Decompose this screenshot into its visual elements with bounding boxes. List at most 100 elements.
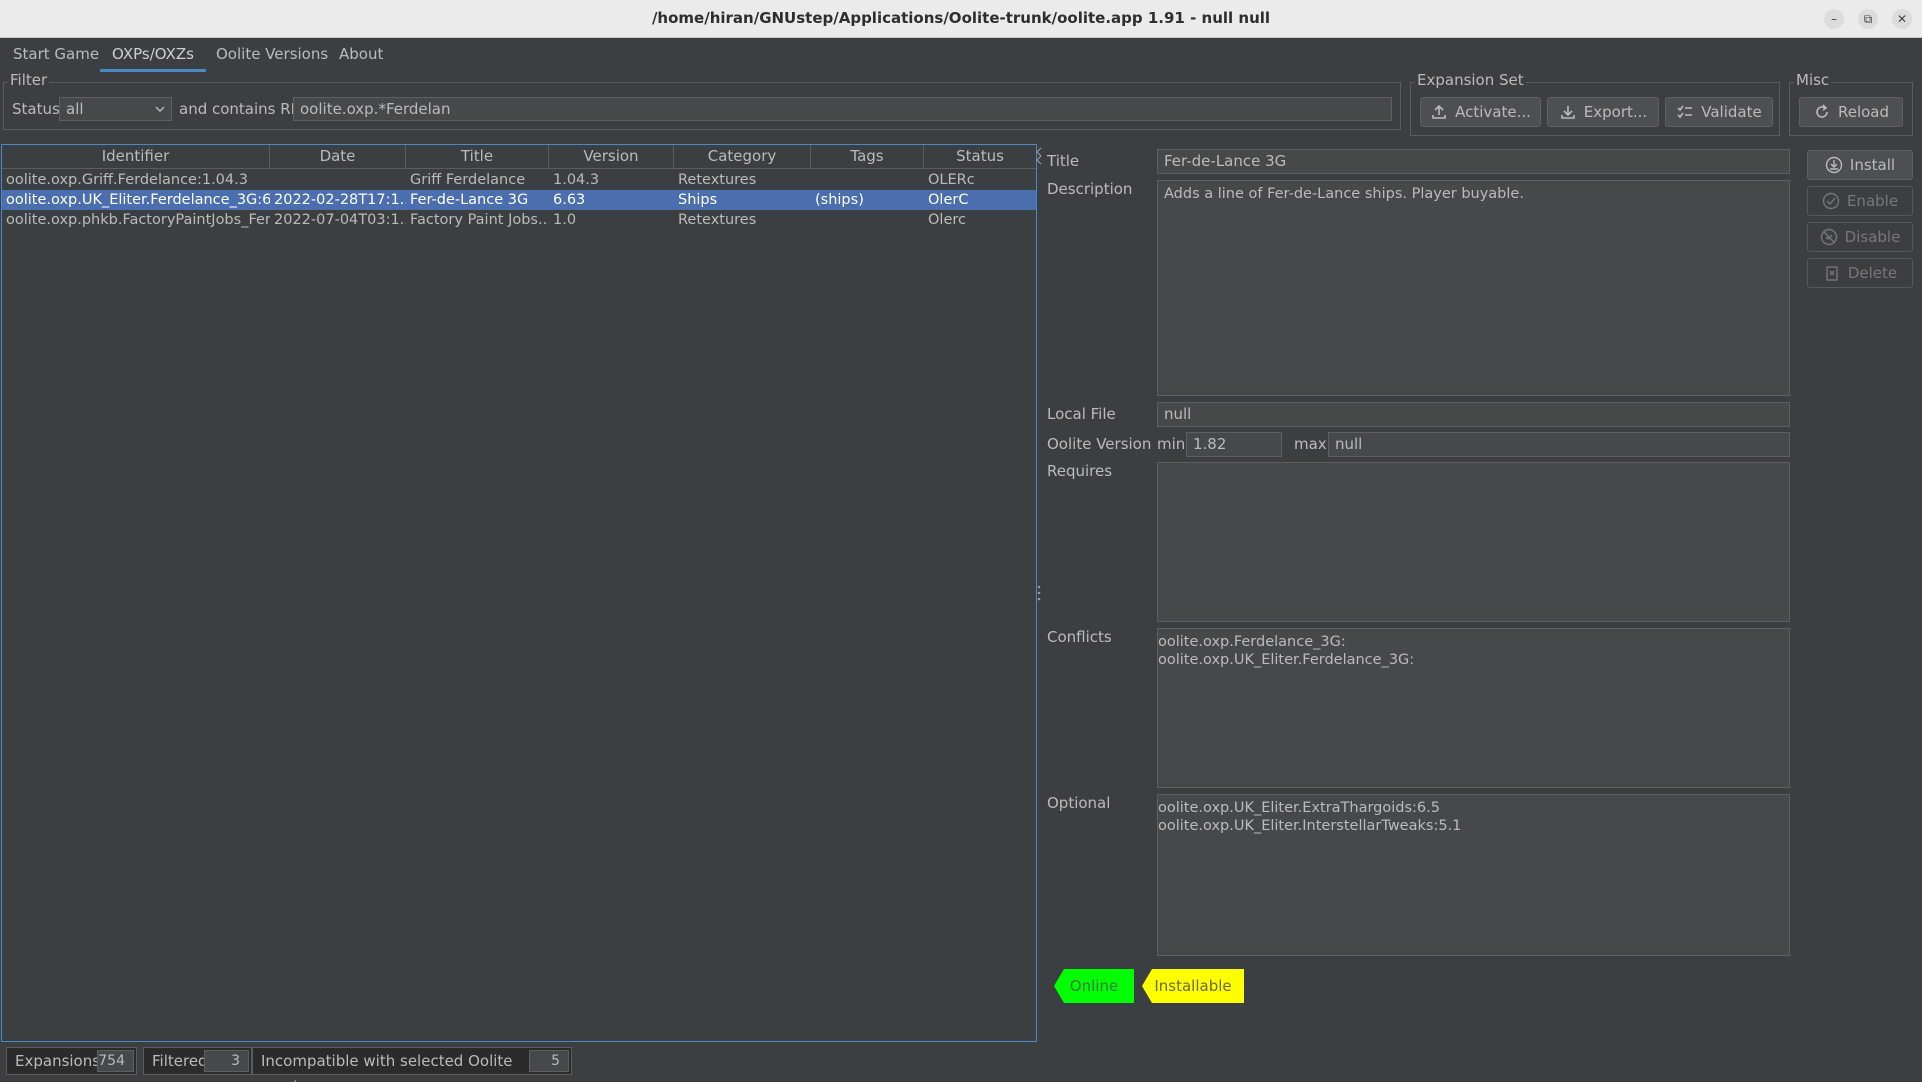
cell-title: Factory Paint Jobs... (410, 212, 549, 228)
collapse-arrows-icon[interactable] (1035, 146, 1043, 166)
requires-list[interactable] (1157, 462, 1790, 622)
cell-date: 2022-02-28T17:1... (274, 192, 406, 208)
col-header-status[interactable]: Status (924, 145, 1036, 169)
cell-category: Ships (678, 192, 718, 208)
cell-version: 1.04.3 (553, 172, 600, 188)
title-field[interactable]: Fer-de-Lance 3G (1157, 149, 1790, 174)
col-header-identifier[interactable]: Identifier (2, 145, 270, 169)
expansions-label: Expansions (15, 1052, 101, 1070)
optional-label: Optional (1047, 794, 1111, 812)
activate-button[interactable]: Activate... (1420, 97, 1541, 127)
col-header-date[interactable]: Date (270, 145, 406, 169)
optional-list[interactable]: oolite.oxp.UK_Eliter.ExtraThargoids:6.5 … (1157, 794, 1790, 956)
cell-status: OLERc (928, 172, 975, 188)
delete-button[interactable]: Delete (1807, 258, 1913, 288)
delete-label: Delete (1847, 264, 1898, 282)
cell-identifier: oolite.oxp.phkb.FactoryPaintJobs_Fer... (6, 212, 270, 228)
statusbar: Expansions 754 Filtered 3 Incompatible w… (6, 1047, 606, 1082)
cell-category: Retextures (678, 212, 757, 228)
installable-badge: Installable (1142, 969, 1244, 1003)
regex-input[interactable]: oolite.oxp.*Ferdelan (293, 97, 1392, 121)
tab-about[interactable]: About (327, 38, 395, 72)
col-header-tags[interactable]: Tags (811, 145, 924, 169)
title-label: Title (1047, 152, 1080, 170)
export-label: Export... (1583, 103, 1648, 121)
trash-icon (1826, 266, 1838, 281)
maximize-button[interactable]: ⧉ (1858, 9, 1878, 29)
col-header-version[interactable]: Version (549, 145, 674, 169)
validate-label: Validate (1701, 103, 1762, 121)
min-version-field[interactable]: 1.82 (1186, 432, 1282, 457)
cell-version: 6.63 (553, 192, 586, 208)
status-label: Status (12, 100, 60, 118)
disable-label: Disable (1844, 228, 1901, 246)
window-titlebar[interactable]: /home/hiran/GNUstep/Applications/Oolite-… (0, 0, 1922, 38)
install-button[interactable]: Install (1807, 150, 1913, 180)
cell-status: OlerC (928, 192, 969, 208)
tab-start-game[interactable]: Start Game (1, 38, 111, 72)
list-item: oolite.oxp.UK_Eliter.Ferdelance_3G: (1158, 652, 1415, 668)
col-header-category[interactable]: Category (674, 145, 811, 169)
conflicts-label: Conflicts (1047, 628, 1112, 646)
minimize-button[interactable]: – (1824, 9, 1844, 29)
table-row-selected[interactable]: oolite.oxp.UK_Eliter.Ferdelance_3G:6.63 … (2, 190, 1036, 210)
filter-group-label: Filter (8, 71, 50, 89)
expansions-count: 754 (97, 1050, 134, 1072)
status-select[interactable]: all (59, 97, 172, 121)
min-version-label: min (1157, 435, 1186, 453)
enable-label: Enable (1846, 192, 1899, 210)
tab-oolite-versions[interactable]: Oolite Versions (204, 38, 340, 72)
install-icon (1825, 156, 1843, 174)
activate-label: Activate... (1455, 103, 1531, 121)
cell-date (270, 170, 406, 190)
checklist-icon (1677, 105, 1693, 119)
local-file-field[interactable]: null (1157, 402, 1790, 427)
reload-button[interactable]: Reload (1799, 97, 1903, 127)
incompatible-count: 5 (529, 1050, 569, 1072)
list-item: oolite.oxp.UK_Eliter.InterstellarTweaks:… (1158, 818, 1462, 834)
tab-oxps-oxzs[interactable]: OXPs/OXZs (100, 38, 206, 72)
list-item: oolite.oxp.UK_Eliter.ExtraThargoids:6.5 (1158, 800, 1440, 816)
requires-label: Requires (1047, 462, 1113, 480)
reload-label: Reload (1837, 103, 1890, 121)
install-label: Install (1849, 156, 1896, 174)
check-circle-icon (1822, 192, 1840, 210)
cell-tags (811, 210, 924, 230)
splitter-grip-icon[interactable] (1037, 585, 1041, 601)
cell-title: Fer-de-Lance 3G (410, 192, 529, 208)
enable-button[interactable]: Enable (1807, 186, 1913, 216)
conflicts-list[interactable]: oolite.oxp.Ferdelance_3G: oolite.oxp.UK_… (1157, 628, 1790, 788)
table-row[interactable]: oolite.oxp.Griff.Ferdelance:1.04.3 Griff… (2, 170, 1036, 190)
upload-icon (1432, 104, 1446, 119)
col-header-title[interactable]: Title (406, 145, 549, 169)
description-label: Description (1047, 180, 1133, 198)
cell-tags: (ships) (815, 192, 864, 208)
incompatible-label: Incompatible with selected Oolite versio… (261, 1052, 513, 1082)
cell-status: Olerc (928, 212, 966, 228)
disable-button[interactable]: Disable (1807, 222, 1913, 252)
cell-version: 1.0 (553, 212, 577, 228)
incompatible-cell: Incompatible with selected Oolite versio… (252, 1047, 572, 1082)
chevron-down-icon (155, 106, 165, 112)
max-version-field[interactable]: null (1328, 432, 1790, 457)
description-text: Adds a line of Fer-de-Lance ships. Playe… (1164, 186, 1524, 202)
validate-button[interactable]: Validate (1665, 97, 1773, 127)
cell-date: 2022-07-04T03:1... (274, 212, 406, 228)
contains-label: and contains RE (179, 100, 301, 118)
description-textarea[interactable]: Adds a line of Fer-de-Lance ships. Playe… (1157, 180, 1790, 396)
filtered-count: 3 (204, 1050, 249, 1072)
table-row[interactable]: oolite.oxp.phkb.FactoryPaintJobs_Fer... … (2, 210, 1036, 230)
cell-category: Retextures (678, 172, 757, 188)
status-select-value: all (66, 100, 84, 118)
oolite-version-label: Oolite Version (1047, 435, 1152, 453)
cell-title: Griff Ferdelance (410, 172, 526, 188)
max-version-label: max (1294, 435, 1327, 453)
misc-label: Misc (1794, 71, 1832, 89)
cell-identifier: oolite.oxp.Griff.Ferdelance:1.04.3 (6, 172, 248, 188)
close-button[interactable]: ✕ (1892, 9, 1912, 29)
download-icon (1560, 106, 1575, 119)
main-tabbar: Start Game OXPs/OXZs Oolite Versions Abo… (0, 38, 1922, 72)
expansions-table[interactable]: Identifier Date Title Version Category T… (1, 144, 1037, 1042)
export-button[interactable]: Export... (1547, 97, 1659, 127)
cell-tags (811, 170, 924, 190)
